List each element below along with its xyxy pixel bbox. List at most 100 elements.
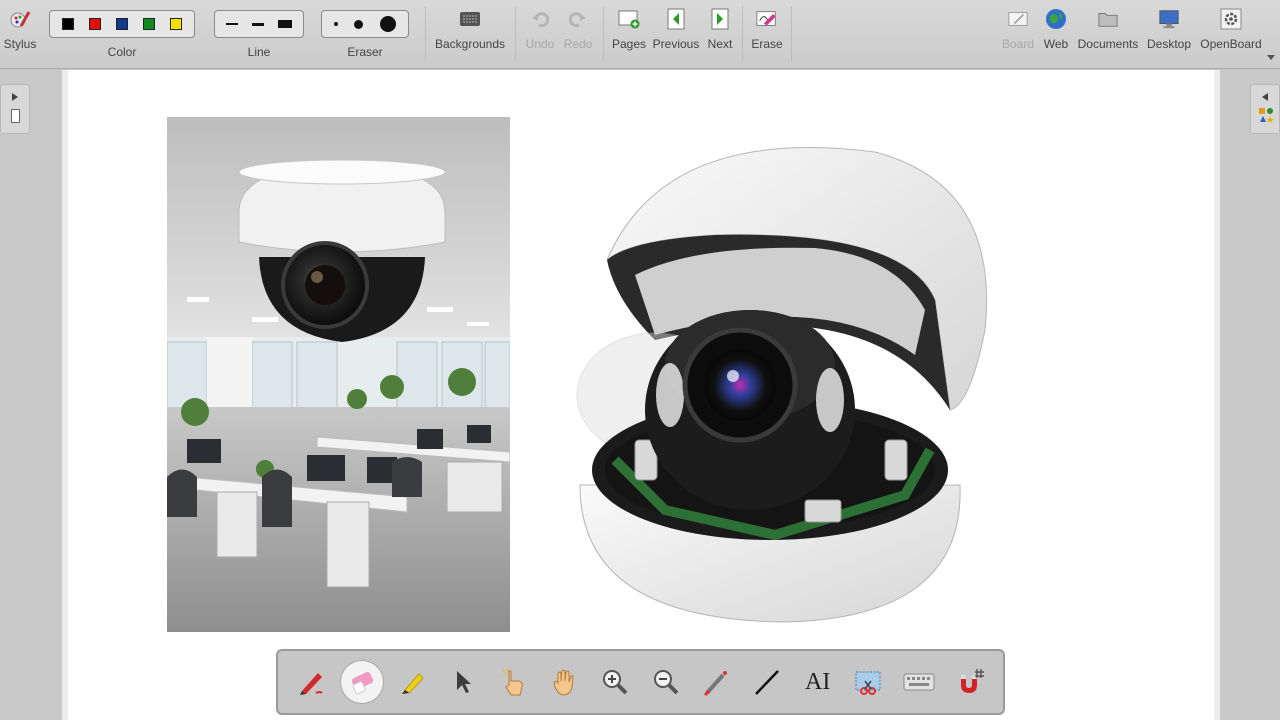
virtual-keyboard-tool-button[interactable] bbox=[898, 661, 940, 703]
documents-label: Documents bbox=[1077, 37, 1139, 51]
toolbar-separator bbox=[742, 6, 743, 62]
board-right-edge bbox=[1214, 70, 1220, 720]
backgrounds-grid-icon bbox=[459, 8, 481, 30]
highlighter-icon bbox=[401, 673, 424, 694]
settings-gear-icon bbox=[1220, 8, 1242, 30]
line-thick-option[interactable] bbox=[278, 20, 292, 28]
eraser-label: Eraser bbox=[347, 45, 383, 59]
pointing-hand-icon bbox=[501, 667, 523, 696]
drawing-tools-palette: AI bbox=[276, 649, 1005, 715]
left-pages-panel-toggle[interactable] bbox=[0, 84, 30, 134]
laser-pointer-tool-button[interactable] bbox=[695, 661, 737, 703]
color-label: Color bbox=[107, 45, 137, 59]
office-dome-camera-image[interactable] bbox=[167, 117, 510, 632]
openboard-label: OpenBoard bbox=[1200, 37, 1262, 51]
board-mode-button[interactable]: Board bbox=[1000, 0, 1036, 68]
text-tool-button[interactable]: AI bbox=[797, 661, 839, 703]
hand-pan-tool-button[interactable] bbox=[544, 661, 586, 703]
line-label: Line bbox=[247, 45, 271, 59]
magnet-tool-button[interactable] bbox=[949, 661, 991, 703]
next-page-icon bbox=[709, 8, 731, 30]
highlighter-tool-button[interactable] bbox=[392, 661, 434, 703]
erase-board-button[interactable]: Erase bbox=[749, 0, 785, 68]
zoom-out-tool-button[interactable] bbox=[645, 661, 687, 703]
selector-tool-button[interactable] bbox=[442, 661, 484, 703]
eraser-small-option[interactable] bbox=[334, 22, 339, 26]
color-picker-group bbox=[49, 10, 195, 38]
redo-arrow-icon bbox=[567, 8, 589, 30]
stylus-label: Stylus bbox=[3, 37, 37, 51]
erase-board-icon bbox=[756, 8, 778, 30]
toolbar-separator bbox=[603, 6, 604, 62]
capture-tool-button[interactable] bbox=[847, 661, 889, 703]
erase-label: Erase bbox=[751, 37, 783, 51]
line-width-group bbox=[214, 10, 304, 38]
zoom-in-icon bbox=[603, 670, 628, 695]
redo-label: Redo bbox=[563, 37, 593, 51]
open-hand-icon bbox=[552, 669, 574, 696]
desktop-mode-button[interactable]: Desktop bbox=[1145, 0, 1193, 68]
toolbar-separator bbox=[791, 6, 792, 62]
page-thumbnail-icon bbox=[11, 109, 20, 123]
toolbar-overflow-arrow-icon[interactable] bbox=[1267, 55, 1275, 60]
line-tool-button[interactable] bbox=[746, 661, 788, 703]
eraser-size-group bbox=[321, 10, 409, 38]
redo-button[interactable]: Redo bbox=[562, 0, 594, 68]
backgrounds-button[interactable]: Backgrounds bbox=[432, 0, 508, 68]
eraser-large-option[interactable] bbox=[379, 16, 396, 32]
undo-arrow-icon bbox=[529, 8, 551, 30]
eraser-tool-button[interactable] bbox=[340, 661, 383, 703]
main-toolbar: Stylus Color Line Eraser Backgrounds Und… bbox=[0, 0, 1280, 69]
undo-label: Undo bbox=[525, 37, 555, 51]
board-icon bbox=[1007, 8, 1029, 30]
color-swatch-green[interactable] bbox=[143, 18, 156, 30]
undo-button[interactable]: Undo bbox=[523, 0, 557, 68]
globe-icon bbox=[1045, 8, 1067, 30]
expand-left-arrow-icon bbox=[1262, 93, 1268, 101]
documents-mode-button[interactable]: Documents bbox=[1077, 0, 1139, 68]
laser-pointer-icon bbox=[704, 671, 728, 697]
interact-tool-button[interactable] bbox=[493, 661, 535, 703]
opened-dome-camera-image[interactable] bbox=[575, 140, 995, 625]
eraser-icon bbox=[351, 671, 374, 695]
monitor-icon bbox=[1158, 8, 1180, 30]
color-swatch-yellow[interactable] bbox=[170, 18, 183, 30]
color-swatch-black[interactable] bbox=[61, 18, 74, 30]
toolbar-separator bbox=[515, 6, 516, 62]
line-icon bbox=[755, 670, 779, 695]
web-mode-button[interactable]: Web bbox=[1040, 0, 1072, 68]
previous-page-icon bbox=[665, 8, 687, 30]
pen-icon bbox=[300, 673, 324, 695]
capture-scissors-icon bbox=[855, 671, 881, 695]
color-swatch-blue[interactable] bbox=[115, 18, 128, 30]
pages-label: Pages bbox=[611, 37, 647, 51]
line-thin-option[interactable] bbox=[226, 23, 238, 25]
board-left-edge bbox=[62, 70, 68, 720]
openboard-menu-button[interactable]: OpenBoard bbox=[1199, 0, 1263, 68]
text-tool-glyph: AI bbox=[805, 668, 831, 695]
add-page-icon bbox=[618, 8, 640, 30]
toolbar-separator bbox=[425, 6, 426, 62]
previous-page-button[interactable]: Previous bbox=[652, 0, 700, 68]
board-label: Board bbox=[1001, 37, 1035, 51]
magnet-icon bbox=[960, 669, 984, 693]
keyboard-icon bbox=[903, 673, 935, 691]
zoom-in-tool-button[interactable] bbox=[594, 661, 636, 703]
eraser-medium-option[interactable] bbox=[354, 19, 364, 29]
web-label: Web bbox=[1043, 37, 1069, 51]
pages-button[interactable]: Pages bbox=[610, 0, 648, 68]
line-medium-option[interactable] bbox=[252, 22, 264, 26]
stylus-button[interactable]: Stylus bbox=[2, 0, 38, 68]
folder-icon bbox=[1097, 8, 1119, 30]
color-swatch-red[interactable] bbox=[88, 18, 101, 30]
right-library-panel-toggle[interactable] bbox=[1250, 84, 1280, 134]
pen-tool-button[interactable] bbox=[290, 661, 332, 703]
previous-label: Previous bbox=[652, 37, 700, 51]
library-shapes-icon bbox=[1258, 107, 1274, 128]
selector-arrow-icon bbox=[457, 671, 472, 693]
expand-right-arrow-icon bbox=[12, 93, 18, 101]
stylus-palette-icon bbox=[9, 8, 31, 30]
next-label: Next bbox=[707, 37, 733, 51]
next-page-button[interactable]: Next bbox=[704, 0, 736, 68]
backgrounds-label: Backgrounds bbox=[434, 37, 506, 51]
